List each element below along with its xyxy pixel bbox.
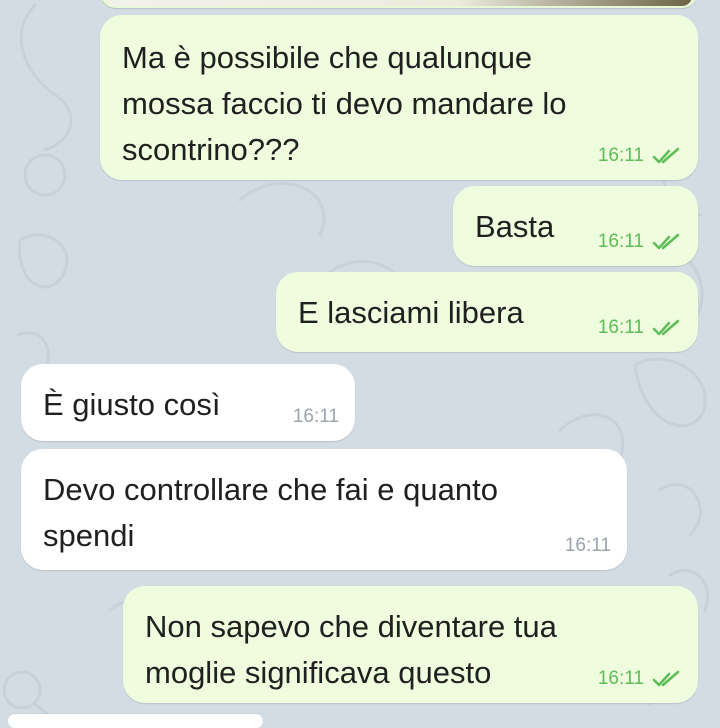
message-bubble-outgoing-2[interactable]: Basta 16:11 <box>453 186 698 266</box>
message-text: È giusto così <box>43 387 221 422</box>
double-check-icon <box>652 319 680 336</box>
message-meta: 16:11 <box>598 146 682 166</box>
double-check-icon <box>652 670 680 687</box>
previous-message-bubble-edge <box>100 0 698 8</box>
message-meta: 16:11 <box>598 669 682 689</box>
previous-image-attachment-edge <box>106 0 692 6</box>
message-time: 16:11 <box>597 317 644 338</box>
message-bubble-incoming-1[interactable]: È giusto così 16:11 <box>21 364 355 441</box>
message-meta: 16:11 <box>565 536 611 556</box>
message-text: Devo controllare che fai e quanto spendi <box>43 472 498 553</box>
double-check-icon <box>652 233 680 250</box>
double-check-icon <box>652 147 680 164</box>
message-bubble-outgoing-1[interactable]: Ma è possibile che qualunque mossa facci… <box>100 15 698 180</box>
message-text: E lasciami libera <box>298 295 524 330</box>
message-time: 16:11 <box>597 145 644 166</box>
message-text: Ma è possibile che qualunque mossa facci… <box>122 40 567 167</box>
message-meta: 16:11 <box>598 318 682 338</box>
next-message-bubble-edge <box>8 714 263 728</box>
message-bubble-incoming-2[interactable]: Devo controllare che fai e quanto spendi… <box>21 449 627 570</box>
message-text: Basta <box>475 209 555 244</box>
message-bubble-outgoing-3[interactable]: E lasciami libera 16:11 <box>276 272 698 352</box>
message-time: 16:11 <box>597 668 644 689</box>
message-bubble-outgoing-4[interactable]: Non sapevo che diventare tua moglie sign… <box>123 586 698 703</box>
message-meta: 16:11 <box>598 232 682 252</box>
message-text: Non sapevo che diventare tua moglie sign… <box>145 609 557 690</box>
message-time: 16:11 <box>597 231 644 252</box>
message-time: 16:11 <box>564 535 611 556</box>
message-meta: 16:11 <box>293 407 339 427</box>
message-time: 16:11 <box>292 406 339 427</box>
